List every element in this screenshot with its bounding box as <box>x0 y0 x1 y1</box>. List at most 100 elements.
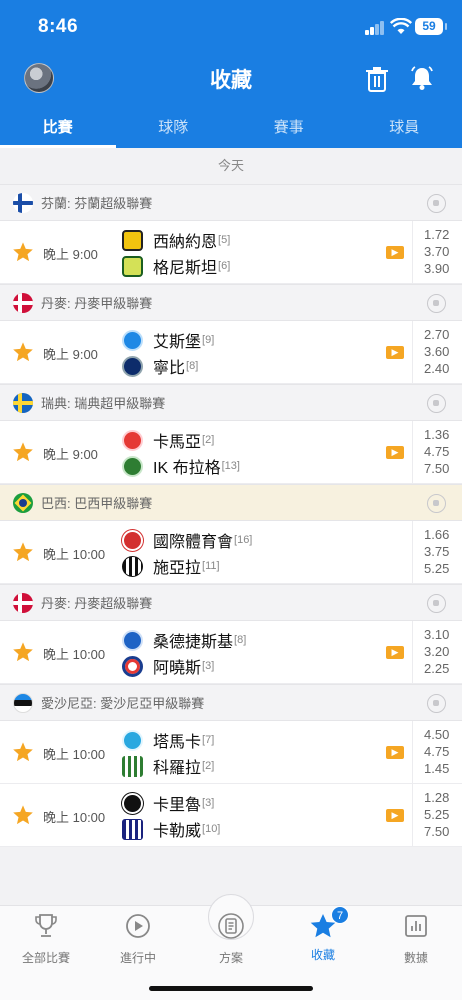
away-rank: [11] <box>202 560 220 572</box>
away-rank: [6] <box>218 260 231 272</box>
odds-draw: 4.75 <box>424 444 450 459</box>
odds-away: 2.40 <box>424 361 450 376</box>
match-row[interactable]: 晚上 10:00 國際體育會 [16] 施亞拉 [11] 1.66 3.75 5.2… <box>0 521 462 584</box>
away-rank: [8] <box>186 360 199 372</box>
play-icon <box>126 914 150 938</box>
odds-draw: 3.60 <box>424 344 450 359</box>
match-time: 晚上 9:00 <box>43 247 98 262</box>
tv-icon[interactable]: ▶ <box>386 746 404 759</box>
tv-icon[interactable]: ▶ <box>386 246 404 259</box>
ball-icon[interactable] <box>427 294 446 313</box>
star-icon[interactable] <box>12 741 34 763</box>
sweden-flag-icon <box>13 392 33 413</box>
odds-home: 4.50 <box>424 727 450 742</box>
match-row[interactable]: 晚上 9:00 西納約恩 [5] 格尼斯坦 [6] ▶ 1.72 3.70 3.90 <box>0 221 462 284</box>
star-icon[interactable] <box>12 341 34 363</box>
home-rank: [7] <box>202 734 215 746</box>
odds[interactable]: 1.66 3.75 5.25 <box>412 521 462 583</box>
team-badge-icon <box>122 655 143 677</box>
ball-icon[interactable] <box>427 494 446 513</box>
home-team: 艾斯堡 <box>153 334 202 351</box>
star-icon[interactable] <box>12 241 34 263</box>
team-badge-icon <box>122 455 143 477</box>
nav-label: 數據 <box>403 951 428 965</box>
league-header[interactable]: 巴西: 巴西甲級聯賽 <box>0 484 462 521</box>
match-time: 晚上 10:00 <box>43 747 106 762</box>
teams: 卡里魯 [3] 卡勒威 [10] <box>122 790 220 842</box>
away-rank: [10] <box>202 823 221 835</box>
league-header[interactable]: 瑞典: 瑞典超甲級聯賽 <box>0 384 462 421</box>
league-header[interactable]: 丹麥: 丹麥甲級聯賽 <box>0 284 462 321</box>
ball-icon[interactable] <box>427 394 446 413</box>
home-rank: [2] <box>202 434 215 446</box>
away-team: 科羅拉 <box>153 760 202 777</box>
page-title: 收藏 <box>210 69 252 92</box>
odds-away: 7.50 <box>424 824 450 839</box>
status-bar: 8:46 59 <box>0 0 462 56</box>
star-icon[interactable] <box>12 804 34 826</box>
league-name: 芬蘭: 芬蘭超級聯賽 <box>41 196 153 211</box>
odds[interactable]: 4.50 4.75 1.45 <box>412 721 462 783</box>
nav-label: 方案 <box>218 951 243 965</box>
odds[interactable]: 1.36 4.75 7.50 <box>412 421 462 483</box>
ball-icon[interactable] <box>427 594 446 613</box>
home-rank: [3] <box>202 797 215 809</box>
tab-teams[interactable]: 球隊 <box>116 110 232 148</box>
league-header[interactable]: 愛沙尼亞: 愛沙尼亞甲級聯賽 <box>0 684 462 721</box>
tv-icon[interactable]: ▶ <box>386 446 404 459</box>
bell-icon[interactable] <box>410 65 434 91</box>
team-badge-icon <box>122 229 143 251</box>
team-badge-icon <box>122 729 143 751</box>
away-team: 寧比 <box>153 360 186 377</box>
star-icon[interactable] <box>12 441 34 463</box>
nav-all-matches[interactable]: 全部比賽 <box>6 912 86 966</box>
match-time: 晚上 9:00 <box>43 347 98 362</box>
odds-draw: 3.70 <box>424 244 450 259</box>
ball-icon[interactable] <box>427 194 446 213</box>
star-icon[interactable] <box>12 641 34 663</box>
odds-away: 1.45 <box>424 761 450 776</box>
ball-icon[interactable] <box>427 694 446 713</box>
league-header[interactable]: 芬蘭: 芬蘭超級聯賽 <box>0 184 462 221</box>
tab-matches[interactable]: 比賽 <box>0 110 116 148</box>
home-team: 卡馬亞 <box>153 434 202 451</box>
match-row[interactable]: 晚上 10:00 卡里魯 [3] 卡勒威 [10] ▶ 1.28 5.25 7.50 <box>0 784 462 847</box>
home-team: 國際體育會 <box>153 534 234 551</box>
match-row[interactable]: 晚上 10:00 塔馬卡 [7] 科羅拉 [2] ▶ 4.50 4.75 1.45 <box>0 721 462 784</box>
denmark-flag-icon <box>13 592 33 613</box>
tab-players[interactable]: 球員 <box>347 110 462 148</box>
away-team: 格尼斯坦 <box>153 260 218 277</box>
odds[interactable]: 1.72 3.70 3.90 <box>412 221 462 283</box>
home-rank: [8] <box>234 634 247 646</box>
tv-icon[interactable]: ▶ <box>386 646 404 659</box>
league-header[interactable]: 丹麥: 丹麥超級聯賽 <box>0 584 462 621</box>
odds-home: 3.10 <box>424 627 450 642</box>
away-rank: [13] <box>221 460 240 472</box>
nav-data[interactable]: 數據 <box>376 912 456 966</box>
odds-draw: 4.75 <box>424 744 450 759</box>
odds[interactable]: 1.28 5.25 7.50 <box>412 784 462 846</box>
nav-plans[interactable]: 方案 <box>191 912 271 966</box>
teams: 艾斯堡 [9] 寧比 [8] <box>122 327 214 379</box>
odds-home: 2.70 <box>424 327 450 342</box>
match-row[interactable]: 晚上 10:00 桑德捷斯基 [8] 阿曉斯 [3] ▶ 3.10 3.20 2.2… <box>0 621 462 684</box>
star-icon[interactable] <box>12 541 34 563</box>
match-row[interactable]: 晚上 9:00 艾斯堡 [9] 寧比 [8] ▶ 2.70 3.60 2.40 <box>0 321 462 384</box>
match-row[interactable]: 晚上 9:00 卡馬亞 [2] IK 布拉格 [13] ▶ 1.36 4.75 7.… <box>0 421 462 484</box>
tv-icon[interactable]: ▶ <box>386 346 404 359</box>
odds[interactable]: 2.70 3.60 2.40 <box>412 321 462 383</box>
home-team: 西納約恩 <box>153 234 218 251</box>
odds[interactable]: 3.10 3.20 2.25 <box>412 621 462 683</box>
nav-live[interactable]: 進行中 <box>98 912 178 966</box>
chart-icon <box>405 915 427 937</box>
tab-competitions[interactable]: 賽事 <box>231 110 347 148</box>
nav-favorites[interactable]: 7 收藏 <box>283 906 363 963</box>
league-name: 丹麥: 丹麥甲級聯賽 <box>41 296 153 311</box>
tv-icon[interactable]: ▶ <box>386 809 404 822</box>
odds-home: 1.28 <box>424 790 450 805</box>
home-team: 桑德捷斯基 <box>153 634 234 651</box>
team-badge-icon <box>122 555 143 577</box>
odds-draw: 3.20 <box>424 644 450 659</box>
trash-icon[interactable] <box>365 66 389 92</box>
team-badge-icon <box>122 755 143 777</box>
